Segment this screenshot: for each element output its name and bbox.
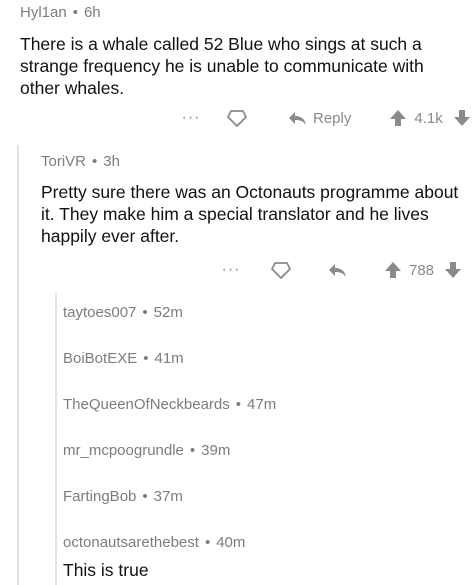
meta-separator: • xyxy=(142,304,148,321)
comment-age: 39m xyxy=(201,442,231,459)
comment-meta: ToriVR • 3h xyxy=(41,153,120,170)
comment-author[interactable]: Hyl1an xyxy=(20,4,67,21)
more-options-button[interactable]: ··· xyxy=(178,109,204,127)
upvote-icon[interactable] xyxy=(387,107,409,129)
comment-age: 47m xyxy=(247,396,277,413)
meta-separator: • xyxy=(142,488,148,505)
gild-button[interactable] xyxy=(270,259,292,281)
comment-body: This is true xyxy=(63,560,149,580)
more-options-button[interactable]: ··· xyxy=(218,261,244,279)
thread-line[interactable] xyxy=(55,293,57,585)
comment-age: 52m xyxy=(153,304,183,321)
meta-separator: • xyxy=(72,4,78,21)
vote-widget: 788 xyxy=(382,259,434,281)
meta-separator: • xyxy=(189,442,196,459)
vote-score: 4.1k xyxy=(414,109,443,127)
collapsed-comment[interactable]: taytoes007 • 52m xyxy=(63,304,183,321)
gild-button[interactable] xyxy=(226,107,248,129)
downvote-icon xyxy=(445,262,462,278)
reply-button[interactable] xyxy=(326,259,348,281)
meta-separator: • xyxy=(92,153,98,170)
gild-icon xyxy=(227,110,247,127)
comment-age: 40m xyxy=(216,534,246,551)
comment-age: 37m xyxy=(153,488,183,505)
collapsed-comment[interactable]: mr_mcpoogrundle • 39m xyxy=(63,442,230,459)
collapsed-comment[interactable]: BoiBotEXE • 41m xyxy=(63,350,184,367)
comment-body: There is a whale called 52 Blue who sing… xyxy=(20,34,424,98)
comment-meta: octonautsarethebest • 40m xyxy=(63,534,245,551)
comment-meta: Hyl1an • 6h xyxy=(20,4,101,21)
comment-author[interactable]: ToriVR xyxy=(41,153,86,170)
reply-icon xyxy=(289,112,306,125)
comment-actions: ··· Reply 4.1k xyxy=(178,104,473,132)
downvote-button[interactable] xyxy=(442,259,464,281)
meta-separator: • xyxy=(235,396,242,413)
comment-age: 6h xyxy=(83,4,101,21)
comment-author[interactable]: octonautsarethebest xyxy=(63,534,199,551)
thread-line[interactable] xyxy=(17,145,19,585)
vote-widget: 4.1k xyxy=(387,107,443,129)
reply-button[interactable]: Reply xyxy=(286,107,351,129)
comment-actions: ··· 788 xyxy=(218,256,464,284)
comment-author[interactable]: TheQueenOfNeckbeards xyxy=(63,396,230,413)
reply-label: Reply xyxy=(313,109,352,127)
comment-age: 3h xyxy=(103,153,120,170)
meta-separator: • xyxy=(143,350,149,367)
collapsed-comment[interactable]: FartingBob • 37m xyxy=(63,488,183,505)
meta-separator: • xyxy=(204,534,211,551)
vote-score: 788 xyxy=(409,261,435,279)
gild-icon xyxy=(271,262,291,279)
comment-body: Pretty sure there was an Octonauts progr… xyxy=(41,182,459,246)
collapsed-comment[interactable]: TheQueenOfNeckbeards • 47m xyxy=(63,396,276,413)
comment-author[interactable]: taytoes007 xyxy=(63,304,136,321)
upvote-icon[interactable] xyxy=(382,259,404,281)
comment-author[interactable]: BoiBotEXE xyxy=(63,350,137,367)
comment-author[interactable]: FartingBob xyxy=(63,488,136,505)
downvote-button[interactable] xyxy=(451,107,473,129)
downvote-icon xyxy=(453,110,470,126)
comment-age: 41m xyxy=(154,350,184,367)
comment-author[interactable]: mr_mcpoogrundle xyxy=(63,442,184,459)
reply-icon xyxy=(329,264,346,277)
